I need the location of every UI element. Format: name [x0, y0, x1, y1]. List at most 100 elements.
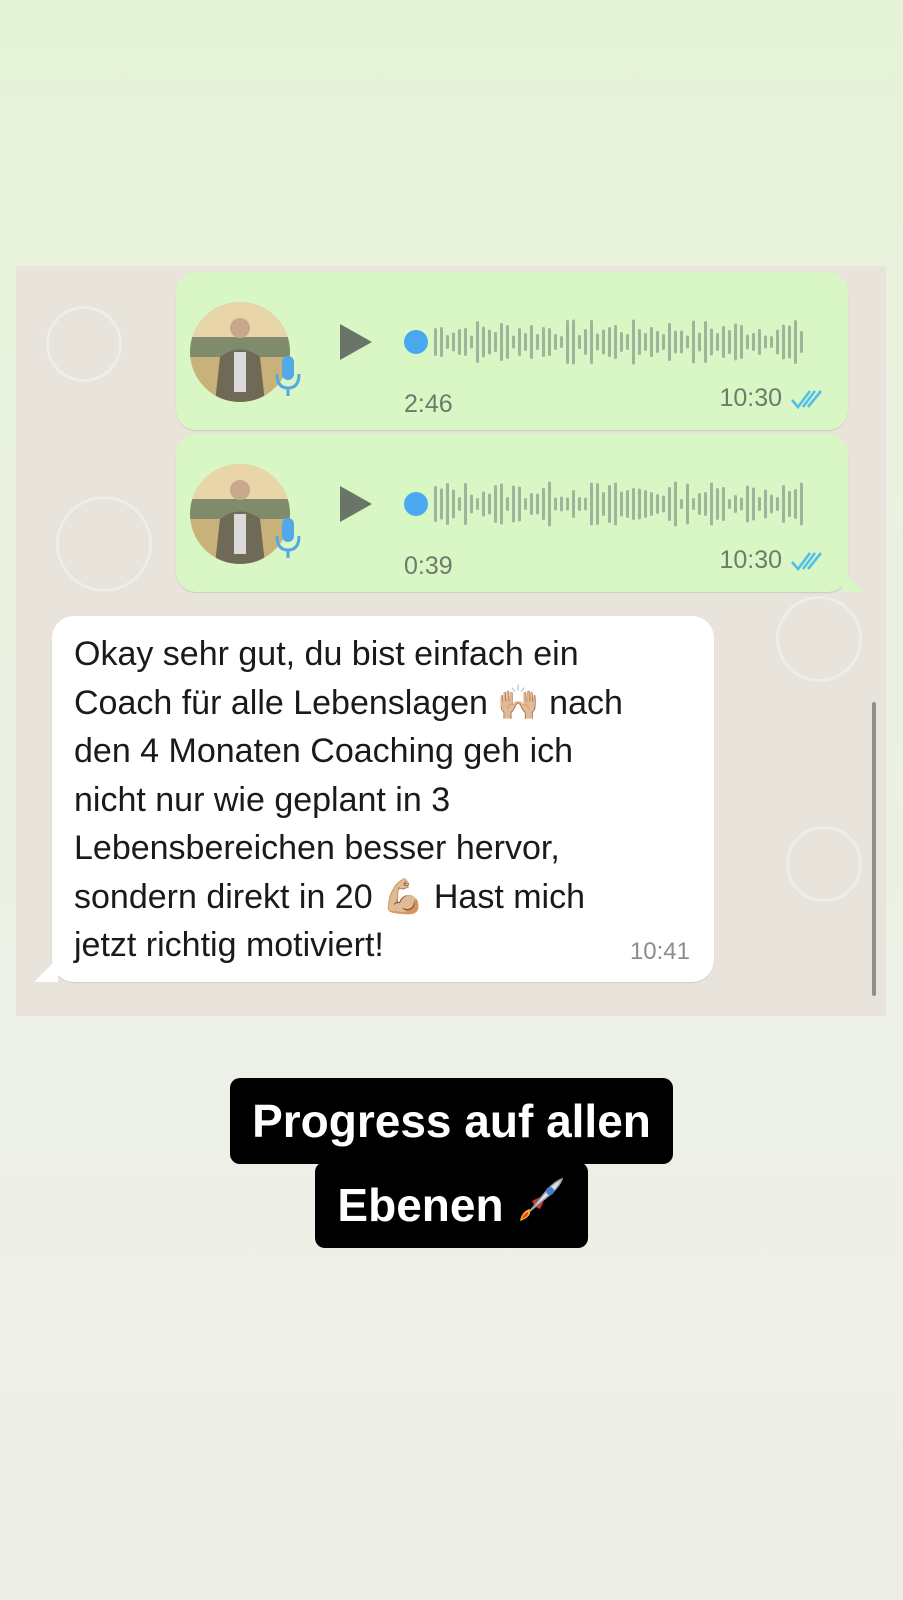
waveform-bar: [698, 332, 701, 352]
waveform[interactable]: [404, 314, 804, 370]
waveform-bar: [746, 334, 749, 350]
message-text: Okay sehr gut, du bist einfach ein Coach…: [74, 635, 623, 964]
voice-message[interactable]: 0:39 10:30: [176, 434, 864, 592]
waveform-bar: [452, 332, 455, 352]
waveform-bar: [440, 488, 443, 520]
waveform-bar: [794, 489, 797, 519]
waveform-bar: [734, 323, 737, 361]
waveform-bar: [572, 319, 575, 365]
waveform-bar: [620, 332, 623, 352]
waveform-bar: [434, 328, 437, 356]
story-caption: Progress auf allen Ebenen: [0, 1078, 903, 1248]
waveform-bar: [476, 498, 479, 510]
double-check-icon: [791, 551, 823, 571]
waveform-bar: [782, 485, 785, 523]
waveform-bar: [452, 489, 455, 519]
waveform-bar: [602, 329, 605, 355]
waveform-bar: [734, 495, 737, 513]
waveform-bar: [686, 483, 689, 525]
waveform-bar: [542, 488, 545, 520]
waveform-bar: [596, 483, 599, 525]
waveform-bar: [692, 320, 695, 364]
waveform-bar: [656, 494, 659, 514]
waveform-bar: [548, 328, 551, 356]
voice-duration: 2:46: [404, 390, 453, 418]
waveform-bar: [584, 329, 587, 355]
waveform-bar: [434, 486, 437, 522]
waveform-bar: [740, 497, 743, 511]
waveform-bar: [566, 497, 569, 511]
microphone-icon: [275, 518, 301, 558]
waveform-bar: [722, 326, 725, 358]
waveform-bar: [446, 335, 449, 349]
waveform-bar: [674, 481, 677, 527]
waveform-bar: [764, 489, 767, 519]
waveform-bar: [488, 329, 491, 355]
caption-line-1: Progress auf allen: [230, 1078, 673, 1164]
waveform-bar: [524, 333, 527, 351]
waveform-bar: [488, 493, 491, 515]
waveform-bar: [614, 325, 617, 359]
waveform-bar: [506, 497, 509, 511]
waveform-bar: [542, 327, 545, 357]
voice-message[interactable]: 2:46 10:30: [176, 272, 848, 430]
waveform-bar: [782, 324, 785, 360]
waveform-bar: [752, 333, 755, 351]
waveform-bar: [470, 494, 473, 514]
waveform-bar: [446, 483, 449, 525]
play-icon[interactable]: [336, 322, 376, 362]
waveform-bar: [512, 335, 515, 349]
waveform-bar: [470, 335, 473, 349]
message-meta: 10:30: [719, 546, 824, 575]
background-doodle: [776, 596, 862, 682]
waveform[interactable]: [404, 476, 804, 532]
waveform-bar: [494, 332, 497, 352]
waveform-bar: [482, 491, 485, 517]
waveform-bar: [536, 493, 539, 515]
waveform-bar: [758, 497, 761, 511]
waveform-bar: [770, 336, 773, 348]
waveform-bar: [566, 320, 569, 364]
waveform-bar: [632, 488, 635, 520]
waveform-bar: [686, 335, 689, 349]
waveform-bar: [608, 485, 611, 523]
waveform-bar: [590, 482, 593, 526]
play-icon[interactable]: [336, 484, 376, 524]
waveform-bar: [794, 320, 797, 364]
waveform-bar: [662, 495, 665, 513]
background-doodle: [56, 496, 152, 592]
voice-duration: 0:39: [404, 552, 453, 580]
waveform-bar: [500, 323, 503, 361]
waveform-bar: [614, 482, 617, 526]
waveform-bar: [560, 336, 563, 348]
waveform-bar: [650, 327, 653, 357]
progress-dot-icon: [404, 492, 428, 516]
waveform-bar: [740, 325, 743, 359]
scrollbar[interactable]: [872, 702, 876, 996]
waveform-bar: [584, 497, 587, 511]
caption-line-2-text: Ebenen: [337, 1179, 504, 1231]
background-doodle: [46, 306, 122, 382]
waveform-bar: [590, 320, 593, 364]
waveform-bar: [596, 333, 599, 351]
waveform-bar: [620, 491, 623, 517]
waveform-bar: [602, 492, 605, 516]
waveform-bar: [662, 334, 665, 350]
waveform-bar: [518, 486, 521, 522]
waveform-bar: [464, 328, 467, 356]
waveform-bar: [716, 333, 719, 351]
waveform-bar: [728, 499, 731, 509]
waveform-bar: [716, 488, 719, 520]
incoming-message[interactable]: Okay sehr gut, du bist einfach ein Coach…: [34, 616, 714, 982]
waveform-bar: [440, 327, 443, 357]
waveform-bar: [530, 493, 533, 515]
waveform-bar: [626, 490, 629, 518]
waveform-bar: [692, 498, 695, 510]
waveform-bar: [764, 335, 767, 349]
chat-panel: 2:46 10:30 0:39 10:30 Okay sehr gut, du …: [16, 266, 886, 1016]
message-time: 10:30: [719, 546, 782, 574]
message-time: 10:30: [719, 384, 782, 412]
message-meta: 10:30: [719, 384, 824, 413]
waveform-bar: [680, 499, 683, 509]
waveform-bar: [788, 325, 791, 359]
